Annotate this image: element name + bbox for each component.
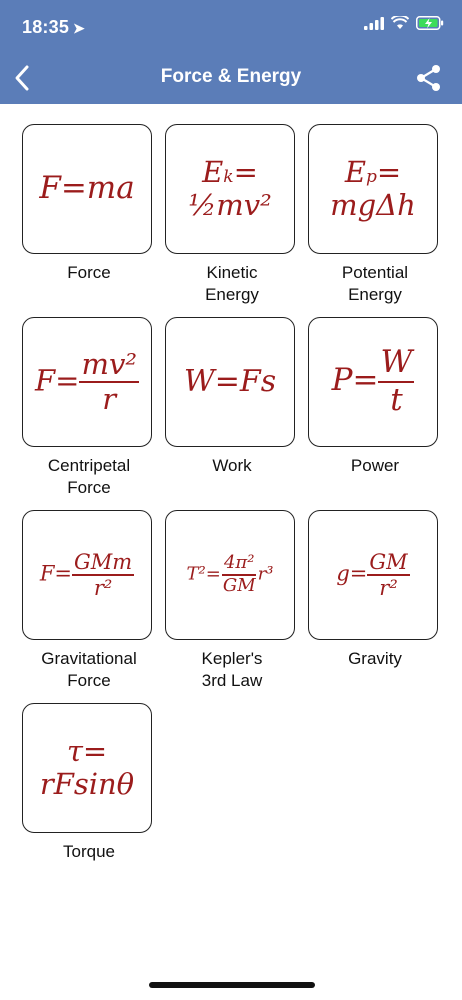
formula-part: E [202,154,224,189]
formula-label-line2: Force [67,478,111,497]
formula-tile[interactable]: T²= 4π² GM r³ [165,510,295,640]
status-time-text: 18:35 [22,17,70,37]
formula-card-power[interactable]: P= Wt Power [308,317,442,477]
formula-label-line1: Torque [63,842,115,861]
formula-label: Power [308,455,442,477]
formula-card-work[interactable]: W=Fs Work [165,317,299,477]
formula-label-line1: Power [350,456,400,475]
formula-label: Work [165,455,299,477]
status-time: 18:35 ➤ [22,17,85,38]
formula-part: T²= [186,564,221,585]
formula-text: T²= 4π² GM r³ [187,553,274,596]
formula-part: = [376,154,402,189]
formula-part: ½mv² [188,188,272,222]
formula-text: g= GM r² [336,550,410,600]
formula-label-line2: 3rd Law [201,671,263,690]
formula-text: F= GMm r² [39,550,135,600]
formula-part: E [344,154,366,189]
wifi-icon [391,16,409,29]
formula-denominator: t [390,382,403,418]
formula-part: rFsinθ [39,767,135,801]
formula-label-line1: Potential [341,263,409,282]
formula-tile[interactable]: τ= rFsinθ [22,703,152,833]
formula-card-keplers-3rd-law[interactable]: T²= 4π² GM r³ Kepler's 3rd Law [165,510,299,692]
formula-part: mgΔh [330,188,416,222]
formula-numerator: W [378,345,415,383]
formula-label-line1: Kinetic [206,263,258,282]
formula-label: Torque [22,841,156,863]
formula-part: = [233,154,258,189]
formula-label: Centripetal Force [22,455,156,499]
formula-numerator: GMm [71,550,135,576]
formula-subscript: k [223,166,234,187]
formula-text: W=Fs [183,363,277,399]
share-button[interactable] [416,64,442,92]
status-icons [364,16,444,30]
formula-tile[interactable]: F= mv² r [22,317,152,447]
formula-tile[interactable]: Ek= ½mv² [165,124,295,254]
formula-label: Force [22,262,156,284]
formula-tile[interactable]: W=Fs [165,317,295,447]
formula-denominator: r² [93,576,113,600]
formula-part: g= [336,561,368,586]
formula-text: F=ma [39,170,135,207]
formula-tile[interactable]: F=ma [22,124,152,254]
navigation-bar: 18:35 ➤ Force & Energy [0,0,462,104]
formula-denominator: r [102,382,117,416]
formula-numerator: GM [367,550,410,576]
formula-text: Ek= ½mv² [188,154,272,223]
formula-card-torque[interactable]: τ= rFsinθ Torque [22,703,156,863]
formula-part: τ= [66,733,108,768]
formula-tile[interactable]: Ep= mgΔh [308,124,438,254]
formula-label: Potential Energy [308,262,442,306]
formula-label-line1: Centripetal [47,456,131,475]
share-icon [417,65,440,91]
battery-charging-icon [416,16,444,30]
formula-label-line1: Force [67,263,111,282]
formula-denominator: GM [222,575,256,596]
formula-card-gravity[interactable]: g= GM r² Gravity [308,510,442,670]
formula-tile[interactable]: F= GMm r² [22,510,152,640]
formula-label-line1: Gravity [348,649,402,668]
formula-label-line2: Energy [205,285,259,304]
formula-part: P= [331,362,379,399]
formula-tile[interactable]: P= Wt [308,317,438,447]
formula-text: P= Wt [332,345,415,418]
formula-text: F= mv² r [35,347,139,417]
formula-text: τ= rFsinθ [39,733,135,802]
formula-tile[interactable]: g= GM r² [308,510,438,640]
formula-numerator: mv² [79,347,139,383]
formula-label: Kepler's 3rd Law [165,648,299,692]
formula-label-line1: Work [212,456,252,475]
page-title: Force & Energy [160,66,302,87]
formula-part: r³ [257,564,274,585]
formula-label-line1: Kepler's [201,649,263,668]
signal-icon [364,16,384,30]
formula-text: Ep= mgΔh [330,154,416,223]
formula-card-centripetal-force[interactable]: F= mv² r Centripetal Force [22,317,156,499]
formula-denominator: r² [379,576,398,600]
formula-label: Kinetic Energy [165,262,299,306]
formula-label-line2: Force [67,671,111,690]
home-indicator[interactable] [149,982,315,988]
formula-label-line2: Energy [348,285,402,304]
formula-label: Gravitational Force [22,648,156,692]
formula-part: F= [35,363,80,397]
formula-label-line1: Gravitational [41,649,137,668]
formula-card-kinetic-energy[interactable]: Ek= ½mv² Kinetic Energy [165,124,299,306]
location-arrow-icon: ➤ [73,20,85,36]
formula-card-gravitational-force[interactable]: F= GMm r² Gravitational Force [22,510,156,692]
formula-card-potential-energy[interactable]: Ep= mgΔh Potential Energy [308,124,442,306]
formula-card-force[interactable]: F=ma Force [22,124,156,284]
formula-numerator: 4π² [221,553,257,576]
formula-label: Gravity [308,648,442,670]
formula-part: F= [39,561,72,586]
formula-subscript: p [365,166,377,187]
